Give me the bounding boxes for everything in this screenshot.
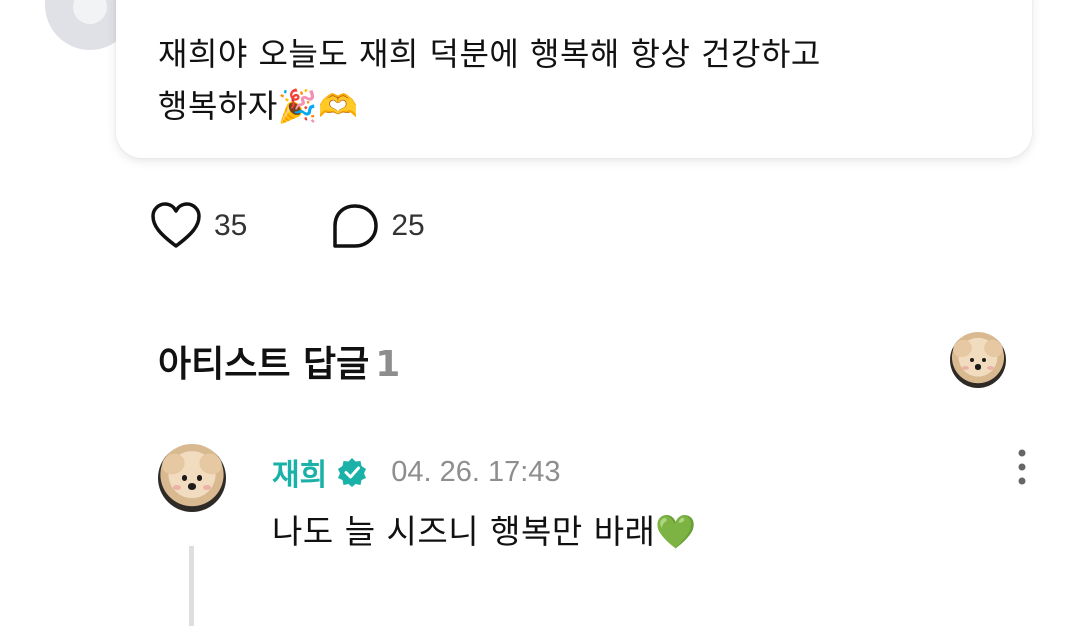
- default-avatar-head: [73, 0, 107, 24]
- thread-line: [189, 546, 194, 626]
- more-vertical-icon[interactable]: [1010, 448, 1034, 486]
- post-text-line1: 재희야 오늘도 재희 덕분에 행복해 항상 건강하고: [158, 35, 821, 73]
- comment-button[interactable]: 25: [331, 202, 425, 250]
- artist-replies-count: 1: [375, 344, 401, 385]
- reply-author-row: 재희 04. 26. 17:43: [272, 450, 561, 494]
- artist-replies-label: 아티스트 답글: [158, 344, 370, 385]
- post-stats: 35 25: [150, 200, 425, 252]
- artist-avatar-small[interactable]: [950, 332, 1006, 388]
- reply-author-name[interactable]: 재희: [272, 450, 327, 494]
- post-emoji: 🎉🫶: [277, 87, 359, 125]
- post-text: 재희야 오늘도 재희 덕분에 행복해 항상 건강하고 행복하자🎉🫶: [158, 28, 998, 132]
- reply-timestamp: 04. 26. 17:43: [391, 455, 561, 488]
- reply-text-body: 나도 늘 시즈니 행복만 바래: [272, 512, 656, 551]
- like-count: 35: [214, 209, 248, 242]
- reply-author-avatar[interactable]: [158, 444, 226, 512]
- like-button[interactable]: 35: [150, 202, 247, 250]
- comment-bubble-icon: [333, 204, 379, 248]
- verified-badge-icon: [338, 458, 367, 487]
- post-text-line2: 행복하자: [158, 87, 278, 125]
- comment-count: 25: [391, 209, 425, 242]
- heart-icon: [151, 202, 201, 248]
- artist-replies-title: 아티스트 답글 1: [158, 335, 400, 387]
- reply-text: 나도 늘 시즈니 행복만 바래💚: [272, 505, 697, 553]
- reply-emoji: 💚: [655, 512, 698, 551]
